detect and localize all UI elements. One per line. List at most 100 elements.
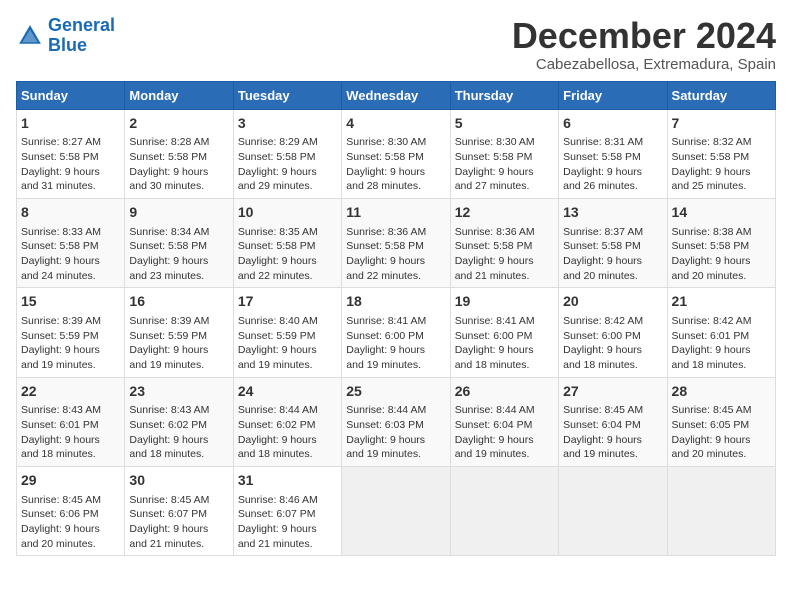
day-number: 3 [238, 114, 337, 134]
calendar-cell: 11Sunrise: 8:36 AM Sunset: 5:58 PM Dayli… [342, 198, 450, 287]
day-number: 23 [129, 382, 228, 402]
calendar-cell: 29Sunrise: 8:45 AM Sunset: 6:06 PM Dayli… [17, 466, 125, 555]
calendar-cell: 21Sunrise: 8:42 AM Sunset: 6:01 PM Dayli… [667, 288, 775, 377]
day-info: Sunrise: 8:32 AM Sunset: 5:58 PM Dayligh… [672, 135, 771, 194]
calendar-cell [450, 466, 558, 555]
day-number: 2 [129, 114, 228, 134]
calendar-cell: 17Sunrise: 8:40 AM Sunset: 5:59 PM Dayli… [233, 288, 341, 377]
day-info: Sunrise: 8:37 AM Sunset: 5:58 PM Dayligh… [563, 225, 662, 284]
header-day-friday: Friday [559, 81, 667, 109]
day-info: Sunrise: 8:28 AM Sunset: 5:58 PM Dayligh… [129, 135, 228, 194]
day-number: 15 [21, 292, 120, 312]
day-number: 27 [563, 382, 662, 402]
day-number: 24 [238, 382, 337, 402]
calendar-cell [667, 466, 775, 555]
day-number: 8 [21, 203, 120, 223]
day-info: Sunrise: 8:41 AM Sunset: 6:00 PM Dayligh… [455, 314, 554, 373]
calendar-cell [559, 466, 667, 555]
logo: General Blue [16, 16, 115, 56]
day-info: Sunrise: 8:36 AM Sunset: 5:58 PM Dayligh… [455, 225, 554, 284]
calendar-cell: 13Sunrise: 8:37 AM Sunset: 5:58 PM Dayli… [559, 198, 667, 287]
calendar-cell: 22Sunrise: 8:43 AM Sunset: 6:01 PM Dayli… [17, 377, 125, 466]
day-number: 21 [672, 292, 771, 312]
calendar-cell: 1Sunrise: 8:27 AM Sunset: 5:58 PM Daylig… [17, 109, 125, 198]
day-info: Sunrise: 8:45 AM Sunset: 6:06 PM Dayligh… [21, 493, 120, 552]
calendar-cell: 28Sunrise: 8:45 AM Sunset: 6:05 PM Dayli… [667, 377, 775, 466]
day-info: Sunrise: 8:30 AM Sunset: 5:58 PM Dayligh… [346, 135, 445, 194]
calendar-week-2: 8Sunrise: 8:33 AM Sunset: 5:58 PM Daylig… [17, 198, 776, 287]
day-number: 9 [129, 203, 228, 223]
day-info: Sunrise: 8:43 AM Sunset: 6:01 PM Dayligh… [21, 403, 120, 462]
header: General Blue December 2024 Cabezabellosa… [16, 16, 776, 73]
day-info: Sunrise: 8:44 AM Sunset: 6:02 PM Dayligh… [238, 403, 337, 462]
calendar-week-5: 29Sunrise: 8:45 AM Sunset: 6:06 PM Dayli… [17, 466, 776, 555]
header-day-thursday: Thursday [450, 81, 558, 109]
header-day-sunday: Sunday [17, 81, 125, 109]
day-info: Sunrise: 8:34 AM Sunset: 5:58 PM Dayligh… [129, 225, 228, 284]
header-day-monday: Monday [125, 81, 233, 109]
calendar-table: SundayMondayTuesdayWednesdayThursdayFrid… [16, 81, 776, 557]
day-info: Sunrise: 8:44 AM Sunset: 6:03 PM Dayligh… [346, 403, 445, 462]
day-number: 6 [563, 114, 662, 134]
day-number: 16 [129, 292, 228, 312]
calendar-cell: 6Sunrise: 8:31 AM Sunset: 5:58 PM Daylig… [559, 109, 667, 198]
calendar-cell: 8Sunrise: 8:33 AM Sunset: 5:58 PM Daylig… [17, 198, 125, 287]
day-info: Sunrise: 8:30 AM Sunset: 5:58 PM Dayligh… [455, 135, 554, 194]
day-number: 18 [346, 292, 445, 312]
calendar-cell: 9Sunrise: 8:34 AM Sunset: 5:58 PM Daylig… [125, 198, 233, 287]
day-number: 28 [672, 382, 771, 402]
day-number: 13 [563, 203, 662, 223]
day-info: Sunrise: 8:45 AM Sunset: 6:04 PM Dayligh… [563, 403, 662, 462]
calendar-cell: 31Sunrise: 8:46 AM Sunset: 6:07 PM Dayli… [233, 466, 341, 555]
calendar-cell: 27Sunrise: 8:45 AM Sunset: 6:04 PM Dayli… [559, 377, 667, 466]
day-number: 22 [21, 382, 120, 402]
day-number: 20 [563, 292, 662, 312]
day-info: Sunrise: 8:46 AM Sunset: 6:07 PM Dayligh… [238, 493, 337, 552]
day-number: 31 [238, 471, 337, 491]
day-number: 11 [346, 203, 445, 223]
logo-text: General Blue [48, 16, 115, 56]
header-day-saturday: Saturday [667, 81, 775, 109]
day-number: 10 [238, 203, 337, 223]
calendar-body: 1Sunrise: 8:27 AM Sunset: 5:58 PM Daylig… [17, 109, 776, 556]
day-info: Sunrise: 8:42 AM Sunset: 6:01 PM Dayligh… [672, 314, 771, 373]
day-number: 17 [238, 292, 337, 312]
calendar-cell: 4Sunrise: 8:30 AM Sunset: 5:58 PM Daylig… [342, 109, 450, 198]
day-number: 25 [346, 382, 445, 402]
day-info: Sunrise: 8:35 AM Sunset: 5:58 PM Dayligh… [238, 225, 337, 284]
logo-line1: General [48, 15, 115, 35]
header-day-wednesday: Wednesday [342, 81, 450, 109]
day-number: 12 [455, 203, 554, 223]
day-info: Sunrise: 8:31 AM Sunset: 5:58 PM Dayligh… [563, 135, 662, 194]
header-day-tuesday: Tuesday [233, 81, 341, 109]
logo-icon [16, 22, 44, 50]
day-info: Sunrise: 8:41 AM Sunset: 6:00 PM Dayligh… [346, 314, 445, 373]
day-info: Sunrise: 8:38 AM Sunset: 5:58 PM Dayligh… [672, 225, 771, 284]
calendar-cell: 30Sunrise: 8:45 AM Sunset: 6:07 PM Dayli… [125, 466, 233, 555]
calendar-cell: 24Sunrise: 8:44 AM Sunset: 6:02 PM Dayli… [233, 377, 341, 466]
day-number: 30 [129, 471, 228, 491]
day-info: Sunrise: 8:29 AM Sunset: 5:58 PM Dayligh… [238, 135, 337, 194]
day-info: Sunrise: 8:40 AM Sunset: 5:59 PM Dayligh… [238, 314, 337, 373]
calendar-cell: 12Sunrise: 8:36 AM Sunset: 5:58 PM Dayli… [450, 198, 558, 287]
day-number: 1 [21, 114, 120, 134]
calendar-header-row: SundayMondayTuesdayWednesdayThursdayFrid… [17, 81, 776, 109]
day-info: Sunrise: 8:36 AM Sunset: 5:58 PM Dayligh… [346, 225, 445, 284]
calendar-cell: 7Sunrise: 8:32 AM Sunset: 5:58 PM Daylig… [667, 109, 775, 198]
calendar-week-4: 22Sunrise: 8:43 AM Sunset: 6:01 PM Dayli… [17, 377, 776, 466]
day-number: 14 [672, 203, 771, 223]
day-info: Sunrise: 8:39 AM Sunset: 5:59 PM Dayligh… [21, 314, 120, 373]
calendar-cell: 3Sunrise: 8:29 AM Sunset: 5:58 PM Daylig… [233, 109, 341, 198]
day-number: 5 [455, 114, 554, 134]
calendar-week-3: 15Sunrise: 8:39 AM Sunset: 5:59 PM Dayli… [17, 288, 776, 377]
day-info: Sunrise: 8:33 AM Sunset: 5:58 PM Dayligh… [21, 225, 120, 284]
calendar-cell: 15Sunrise: 8:39 AM Sunset: 5:59 PM Dayli… [17, 288, 125, 377]
calendar-cell: 10Sunrise: 8:35 AM Sunset: 5:58 PM Dayli… [233, 198, 341, 287]
day-info: Sunrise: 8:27 AM Sunset: 5:58 PM Dayligh… [21, 135, 120, 194]
calendar-cell: 18Sunrise: 8:41 AM Sunset: 6:00 PM Dayli… [342, 288, 450, 377]
title-block: December 2024 Cabezabellosa, Extremadura… [512, 16, 776, 73]
day-number: 7 [672, 114, 771, 134]
day-number: 4 [346, 114, 445, 134]
calendar-cell: 25Sunrise: 8:44 AM Sunset: 6:03 PM Dayli… [342, 377, 450, 466]
calendar-cell: 23Sunrise: 8:43 AM Sunset: 6:02 PM Dayli… [125, 377, 233, 466]
